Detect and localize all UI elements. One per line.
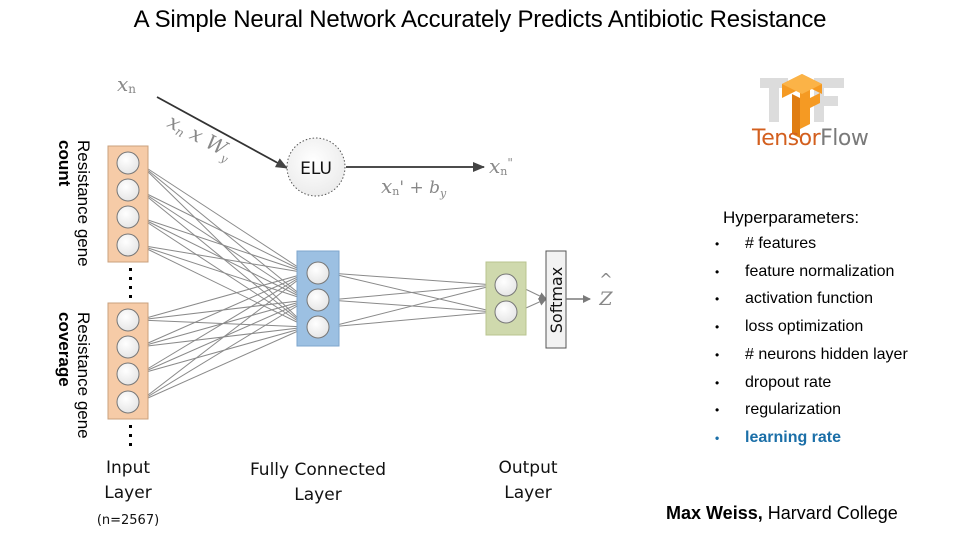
bullet-icon: • [715,347,720,362]
tensorflow-wordmark-tensor: Tensor [752,126,821,151]
bullet-icon: • [715,320,720,335]
group-label-coverage-line1: Resistance gene [74,312,93,439]
input-to-hidden-connection [138,271,308,321]
svg-text:xn": xn" [489,154,513,178]
output-neuron [494,273,518,297]
output-layer-label: Output Layer [478,456,578,506]
output-layer-line2: Layer [504,483,552,503]
author-affiliation: Harvard College [762,503,898,523]
output-layer-box [485,261,527,336]
hyperparameter-item: • loss optimization [715,318,863,336]
svg-text:xn x Wy: xn x Wy [162,109,237,166]
elu-label: ELU [300,159,332,179]
svg-text:^: ^ [599,270,612,289]
input-layer-count: (n=2567) [96,513,160,528]
hidden-neuron [306,261,330,285]
connections [138,162,547,403]
input-neuron [116,362,140,386]
input-neuron [116,205,140,229]
input-layer-line1: Input [105,458,151,478]
hyperparameter-label: regularization [745,401,842,419]
input-neuron [116,335,140,359]
author-credit: Max Weiss, Harvard College [666,503,898,524]
hyperparameter-item: • activation function [715,290,873,308]
prediction-label: ^ Z [598,270,613,310]
svg-text:xn' + by: xn' + by [381,174,447,200]
hidden-layer-label: Fully Connected Layer [238,458,398,508]
hyperparameter-label: activation function [745,290,874,308]
input-layer-line2: Layer [104,483,152,503]
bullet-icon: • [715,264,720,279]
hidden-layer-line1: Fully Connected [249,460,387,480]
hyperparameter-item: • # features [715,235,816,253]
hyperparameter-label: learning rate [745,428,842,446]
input-variable-label: xn [117,72,136,96]
hidden-layer-line2: Layer [294,485,342,505]
bullet-icon: • [715,403,720,418]
input-neuron [116,151,140,175]
input-to-hidden-connection [138,326,308,403]
hyperparameter-item: • regularization [715,401,841,419]
softmax-label: Softmax [547,267,566,333]
group-label-resistance-gene-coverage: Resistance gene coverage [55,312,93,439]
output-variable-label: xn" [489,154,513,178]
tensorflow-wordmark: TensorFlow [752,126,869,151]
input-to-hidden-connection [138,272,308,375]
group-label-coverage-line2: coverage [55,312,74,387]
bias-formula-label: xn' + by [381,174,447,200]
weight-formula-label: xn x Wy [162,109,237,166]
output-neuron [494,300,518,324]
hyperparameter-item: • dropout rate [715,374,831,392]
input-to-hidden-connection [138,162,308,274]
hyperparameter-label: # features [745,235,817,252]
hyperparameter-item: • feature normalization [715,263,894,281]
bullet-icon: • [715,430,720,445]
input-neuron [116,178,140,202]
hyperparameters-title: Hyperparameters: [723,208,860,227]
input-to-hidden-connection [138,272,308,403]
input-to-hidden-connection [138,244,308,328]
hidden-nodes [306,261,330,339]
bullet-icon: • [715,375,720,390]
tensorflow-wordmark-flow: Flow [820,126,869,151]
hyperparameter-label: loss optimization [745,318,864,336]
bullet-icon: • [715,237,720,251]
input-neuron [116,390,140,414]
input-neuron [116,233,140,257]
hyperparameter-item: • learning rate [715,429,841,447]
ellipsis-dots-lower [129,425,132,446]
hidden-neuron [306,288,330,312]
group-label-count-line1: Resistance gene [74,140,93,267]
hidden-neuron [306,315,330,339]
hyperparameter-label: dropout rate [745,373,832,391]
output-layer-line1: Output [498,458,558,478]
input-to-hidden-connection [138,244,308,276]
input-nodes [116,151,140,414]
hyperparameter-label: feature normalization [745,262,895,280]
svg-text:xn: xn [117,72,136,96]
author-name: Max Weiss, [666,503,763,523]
hidden-to-output-connection [328,281,496,301]
hidden-to-output-connection [328,308,496,328]
input-to-hidden-connection [138,299,308,403]
svg-text:Z: Z [598,288,613,310]
hyperparameter-item: • # neurons hidden layer [715,346,908,364]
input-layer-label: Input Layer (n=2567) [88,456,168,533]
input-neuron [116,308,140,332]
input-to-hidden-connection [138,216,308,275]
ellipsis-dots-upper [129,268,132,298]
bullet-icon: • [715,292,720,307]
input-to-hidden-connection [138,189,308,274]
group-label-resistance-gene-count: Resistance gene count [55,140,93,267]
hyperparameter-label: # neurons hidden layer [745,345,908,363]
group-label-count-line2: count [55,140,74,187]
